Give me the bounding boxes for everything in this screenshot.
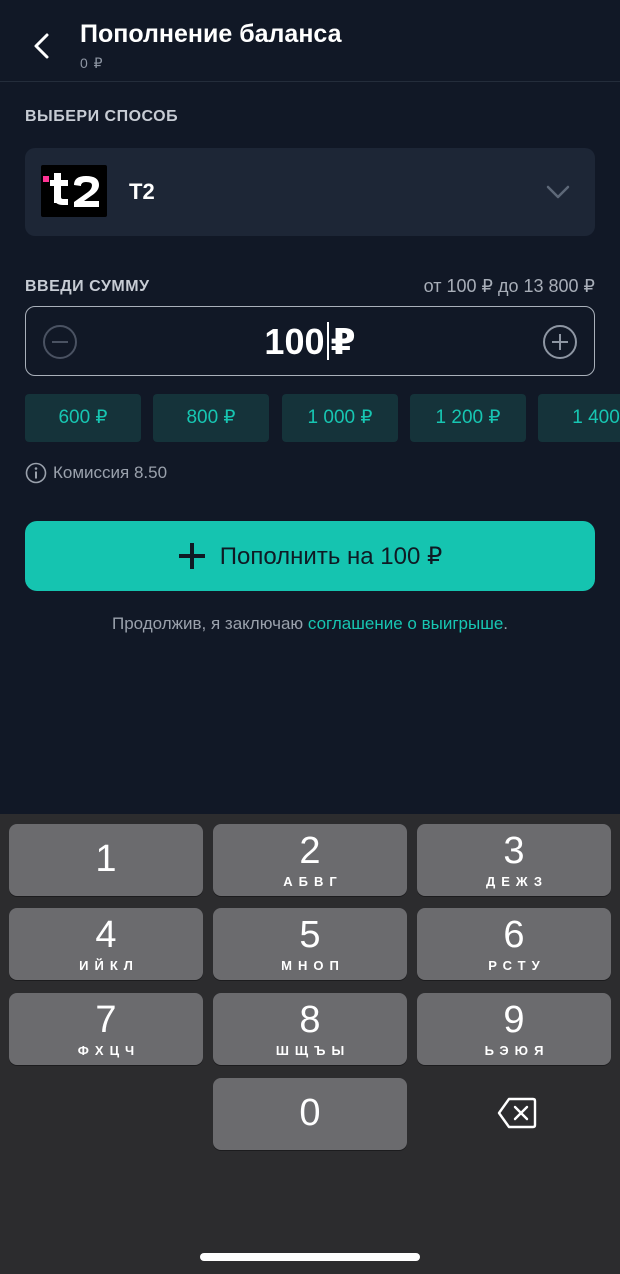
info-icon (25, 462, 47, 484)
key-letters: ШЩЪЫ (275, 1043, 351, 1058)
key-0[interactable]: 0 (213, 1078, 407, 1150)
t2-logo-icon (41, 165, 107, 217)
key-3[interactable]: 3 ДЕЖЗ (417, 824, 611, 896)
preset-chip[interactable]: 600 ₽ (25, 394, 141, 442)
agreement-suffix: . (503, 614, 509, 633)
key-4[interactable]: 4 ИЙКЛ (9, 908, 203, 980)
key-digit: 9 (503, 999, 525, 1041)
key-letters: ЬЭЮЯ (484, 1043, 550, 1058)
home-indicator (200, 1253, 420, 1261)
key-5[interactable]: 5 МНОП (213, 908, 407, 980)
key-7[interactable]: 7 ФХЦЧ (9, 993, 203, 1065)
method-section-label: ВЫБЕРИ СПОСОБ (25, 108, 179, 125)
amount-range: от 100 ₽ до 13 800 ₽ (423, 276, 595, 296)
top-up-button[interactable]: Пополнить на 100 ₽ (25, 521, 595, 591)
balance-value: 0 ₽ (80, 55, 104, 71)
key-digit: 4 (95, 914, 117, 956)
amount-display: 100 ₽ (26, 321, 594, 363)
key-digit: 1 (95, 838, 117, 880)
backspace-icon[interactable] (497, 1096, 537, 1130)
key-2[interactable]: 2 АБВГ (213, 824, 407, 896)
commission-text: Комиссия 8.50 (53, 463, 168, 482)
currency-symbol: ₽ (330, 321, 356, 362)
agreement-link[interactable]: соглашение о выигрыше (308, 614, 503, 633)
key-1[interactable]: 1 (9, 824, 203, 896)
amount-value: 100 (264, 321, 325, 362)
key-letters: ИЙКЛ (79, 958, 139, 973)
payment-method-select[interactable]: T2 (25, 148, 595, 236)
key-letters: ФХЦЧ (77, 1043, 141, 1058)
chevron-left-icon (34, 33, 49, 59)
key-6[interactable]: 6 РСТУ (417, 908, 611, 980)
preset-chip[interactable]: 1 200 ₽ (410, 394, 526, 442)
amount-section-label: ВВЕДИ СУММУ (25, 278, 150, 295)
key-digit: 6 (503, 914, 525, 956)
key-digit: 7 (95, 999, 117, 1041)
key-letters: ДЕЖЗ (486, 874, 548, 889)
preset-chip[interactable]: 800 ₽ (153, 394, 269, 442)
preset-amounts: 600 ₽ 800 ₽ 1 000 ₽ 1 200 ₽ 1 400 (25, 394, 620, 442)
plus-circle-icon[interactable] (542, 324, 578, 360)
key-digit: 0 (299, 1092, 321, 1134)
key-digit: 3 (503, 830, 525, 872)
chevron-down-icon (546, 185, 570, 199)
key-letters: РСТУ (488, 958, 546, 973)
method-name: T2 (129, 179, 155, 204)
back-button[interactable] (24, 26, 58, 66)
key-letters: АБВГ (283, 874, 343, 889)
agreement-text: Продолжив, я заключаю соглашение о выигр… (0, 614, 620, 634)
key-9[interactable]: 9 ЬЭЮЯ (417, 993, 611, 1065)
key-8[interactable]: 8 ШЩЪЫ (213, 993, 407, 1065)
page-title: Пополнение баланса (80, 20, 342, 48)
text-caret (326, 322, 329, 360)
key-letters: МНОП (281, 958, 345, 973)
top-up-button-label: Пополнить на 100 ₽ (219, 542, 443, 570)
key-digit: 8 (299, 999, 321, 1041)
commission-info: Комиссия 8.50 (25, 461, 167, 485)
preset-chip[interactable]: 1 400 (538, 394, 620, 442)
amount-input[interactable]: 100 ₽ (25, 306, 595, 376)
preset-chip[interactable]: 1 000 ₽ (282, 394, 398, 442)
top-app-bar: Пополнение баланса 0 ₽ (0, 0, 620, 82)
plus-icon (178, 543, 205, 569)
key-digit: 5 (299, 914, 321, 956)
agreement-prefix: Продолжив, я заключаю (111, 614, 308, 633)
key-digit: 2 (299, 830, 321, 872)
